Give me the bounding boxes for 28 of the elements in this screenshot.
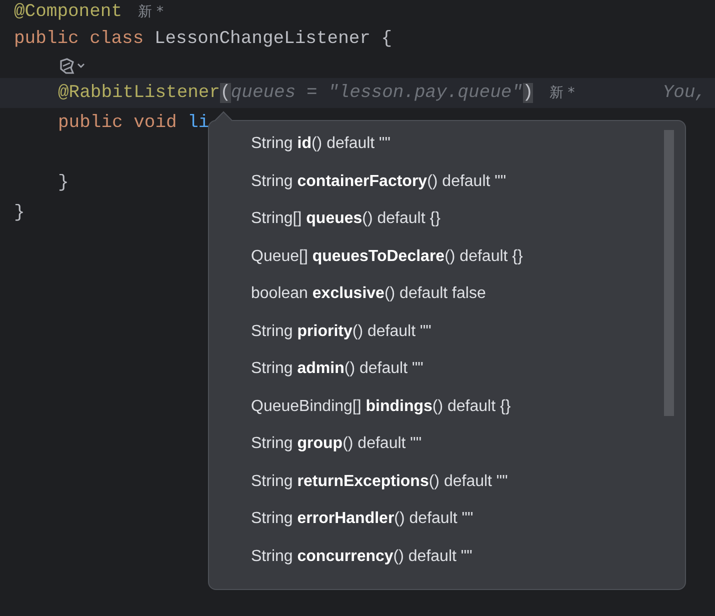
annotation-text: @Component <box>14 2 122 22</box>
keyword-text: public void <box>58 113 178 133</box>
author-hint: 新 * <box>138 3 164 21</box>
completion-item[interactable]: String returnExceptions() default "" <box>209 462 685 500</box>
completion-item[interactable]: String concurrency() default "" <box>209 538 685 575</box>
matched-parenthesis: ) <box>522 83 534 103</box>
author-hint: 新 * <box>549 84 575 102</box>
code-text: LessonChangeListener { <box>154 29 392 49</box>
completion-item[interactable]: String[] queues() default {} <box>209 200 685 238</box>
code-text: } <box>58 173 69 193</box>
completion-item[interactable]: String errorHandler() default "" <box>209 500 685 538</box>
gutter-icon[interactable] <box>58 57 86 75</box>
keyword-text: public class <box>14 29 145 49</box>
completion-item[interactable]: boolean exclusive() default false <box>209 275 685 312</box>
completion-item[interactable]: QueueBinding[] bindings() default {} <box>209 388 685 425</box>
completion-item[interactable]: Queue[] queuesToDeclare() default {} <box>209 238 685 275</box>
annotation-argument: queues = "lesson.pay.queue" <box>230 83 522 103</box>
completion-item[interactable]: String id() default "" <box>209 125 685 162</box>
completion-item[interactable]: String priority() default "" <box>209 312 685 350</box>
blame-annotation: You, <box>662 83 706 103</box>
matched-parenthesis: ( <box>220 83 231 103</box>
scrollbar-thumb[interactable] <box>664 130 674 416</box>
completion-item[interactable]: String admin() default "" <box>209 350 685 388</box>
annotation-text: @RabbitListener <box>58 83 220 103</box>
completion-item[interactable]: String group() default "" <box>209 425 685 462</box>
code-text: } <box>14 203 25 223</box>
completion-item[interactable]: String containerFactory() default "" <box>209 162 685 200</box>
method-name: li <box>188 113 210 133</box>
